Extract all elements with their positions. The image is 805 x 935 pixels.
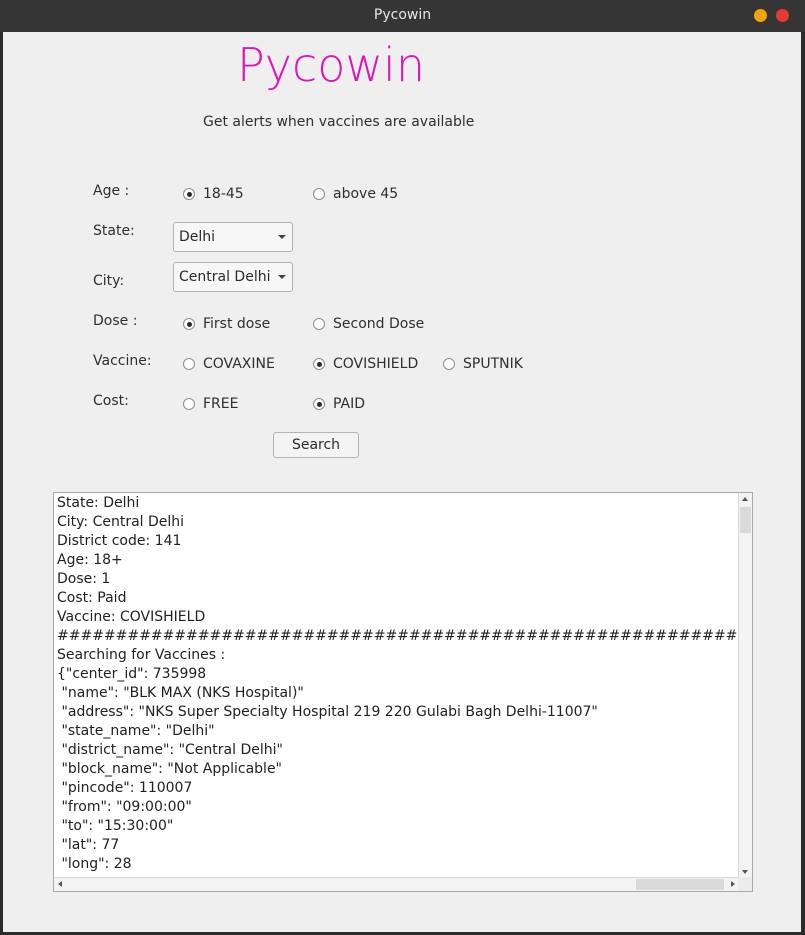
results-text: State: Delhi City: Central Delhi District … <box>57 494 737 874</box>
state-select-value: Delhi <box>179 229 216 245</box>
results-line: District code: 141 <box>57 533 182 549</box>
dose-second-radio[interactable]: Second Dose <box>313 316 424 332</box>
scroll-right-arrow-icon[interactable] <box>731 881 735 887</box>
age-above-45-radio[interactable]: above 45 <box>313 186 398 202</box>
radio-unchecked-indicator <box>443 358 455 370</box>
results-line: Cost: Paid <box>57 590 127 606</box>
chevron-down-icon <box>278 235 286 239</box>
results-line: "from": "09:00:00" <box>57 799 192 815</box>
radio-checked-indicator <box>313 358 325 370</box>
dose-label: Dose : <box>93 313 138 329</box>
results-line: "long": 28 <box>57 856 132 872</box>
dose-first-label: First dose <box>203 316 271 332</box>
city-select[interactable]: Central Delhi <box>173 262 293 292</box>
search-button[interactable]: Search <box>273 432 359 458</box>
results-line: Vaccine: COVISHIELD <box>57 609 206 625</box>
radio-unchecked-indicator <box>313 318 325 330</box>
cost-free-radio[interactable]: FREE <box>183 396 238 412</box>
cost-label: Cost: <box>93 393 129 409</box>
results-line: "lat": 77 <box>57 837 120 853</box>
results-line: ########################################… <box>57 628 738 644</box>
age-label: Age : <box>93 183 130 199</box>
scroll-down-arrow-icon[interactable] <box>742 870 748 874</box>
app-subtitle: Get alerts when vaccines are available <box>203 114 475 130</box>
results-line: "district_name": "Central Delhi" <box>57 742 283 758</box>
close-button[interactable] <box>776 9 789 22</box>
dose-second-label: Second Dose <box>333 316 425 332</box>
age-18-45-radio[interactable]: 18-45 <box>183 186 244 202</box>
results-line: "address": "NKS Super Specialty Hospital… <box>57 704 598 720</box>
results-line: Dose: 1 <box>57 571 111 587</box>
results-line: "name": "BLK MAX (NKS Hospital)" <box>57 685 304 701</box>
results-line: Searching for Vaccines : <box>57 647 226 663</box>
results-line: State: Delhi <box>57 495 140 511</box>
scroll-left-arrow-icon[interactable] <box>58 881 62 887</box>
scroll-up-arrow-icon[interactable] <box>742 497 748 501</box>
title-bar[interactable]: Pycowin <box>0 0 805 33</box>
results-line: Age: 18+ <box>57 552 123 568</box>
vaccine-covaxine-label: COVAXINE <box>203 356 275 372</box>
state-select[interactable]: Delhi <box>173 222 293 252</box>
results-textarea[interactable]: State: Delhi City: Central Delhi District … <box>53 492 753 892</box>
chevron-down-icon <box>278 275 286 279</box>
vaccine-sputnik-radio[interactable]: SPUTNIK <box>443 356 523 372</box>
radio-unchecked-indicator <box>183 358 195 370</box>
vaccine-sputnik-label: SPUTNIK <box>463 356 523 372</box>
results-line: "to": "15:30:00" <box>57 818 174 834</box>
results-line: City: Central Delhi <box>57 514 185 530</box>
minimize-button[interactable] <box>754 9 767 22</box>
main-content: Pycowin Get alerts when vaccines are ava… <box>3 32 801 932</box>
dose-first-radio[interactable]: First dose <box>183 316 270 332</box>
vaccine-covishield-radio[interactable]: COVISHIELD <box>313 356 418 372</box>
age-18-45-label: 18-45 <box>203 186 244 202</box>
vertical-scrollbar[interactable] <box>738 493 752 878</box>
radio-unchecked-indicator <box>313 188 325 200</box>
vaccine-label: Vaccine: <box>93 353 152 369</box>
results-line: "state_name": "Delhi" <box>57 723 215 739</box>
horizontal-scrollbar[interactable] <box>54 877 739 891</box>
age-above-45-label: above 45 <box>333 186 399 202</box>
cost-paid-label: PAID <box>333 396 366 412</box>
vaccine-covishield-label: COVISHIELD <box>333 356 419 372</box>
cost-paid-radio[interactable]: PAID <box>313 396 365 412</box>
results-line: "pincode": 110007 <box>57 780 193 796</box>
results-line: {"center_id": 735998 <box>57 666 207 682</box>
city-label: City: <box>93 273 125 289</box>
radio-checked-indicator <box>183 318 195 330</box>
radio-unchecked-indicator <box>183 398 195 410</box>
radio-checked-indicator <box>183 188 195 200</box>
app-window: Pycowin Pycowin Get alerts when vaccines… <box>0 0 805 935</box>
app-title: Pycowin <box>237 38 425 92</box>
vaccine-covaxine-radio[interactable]: COVAXINE <box>183 356 275 372</box>
radio-checked-indicator <box>313 398 325 410</box>
window-title: Pycowin <box>373 7 432 23</box>
scrollbar-corner <box>738 877 752 891</box>
cost-free-label: FREE <box>203 396 239 412</box>
state-label: State: <box>93 223 135 239</box>
city-select-value: Central Delhi <box>179 269 271 285</box>
vertical-scroll-thumb[interactable] <box>740 507 751 533</box>
horizontal-scroll-thumb[interactable] <box>636 879 724 890</box>
results-line: "block_name": "Not Applicable" <box>57 761 282 777</box>
